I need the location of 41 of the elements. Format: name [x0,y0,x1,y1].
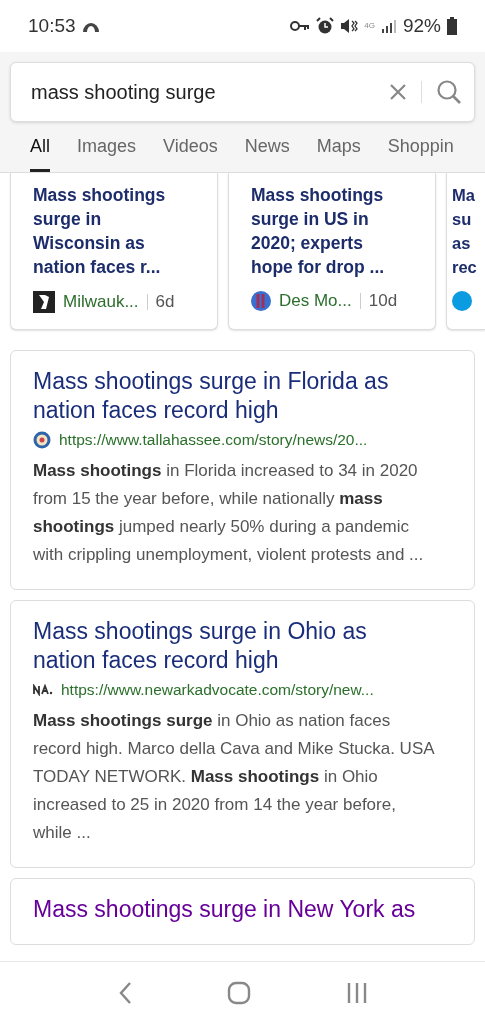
news-title: Ma su as rec [452,185,477,278]
alarm-icon [316,17,335,35]
clock-time: 10:53 [28,15,76,37]
search-icon[interactable] [436,79,462,105]
vibrate-mute-icon [340,18,359,34]
news-source: Des Mo... [279,291,352,311]
tab[interactable]: Videos [163,136,218,172]
result-snippet: Mass shootings surge in Ohio as nation faces record high. Marco della Cava and Mike Stucka. USA TODAY NETWORK. Mass shootings in Ohio increased to 25 in 2020 from 14 the year before, while ... [33,710,434,844]
back-icon[interactable] [117,981,132,1005]
tab[interactable]: Shoppin [387,136,454,172]
seal-icon [33,431,51,449]
result-snippet: Mass shootings in Florida increased to 34 in 2020 from 15 the year before, while nationally mass shootings jumped nearly 50% during a pandemic with crippling unemployment, violent protests and ... [33,460,425,566]
logo-icon [33,684,53,696]
home-icon[interactable] [226,981,251,1005]
news-card[interactable]: Mass shootings surge in US in 2020; experts hope for drop ... Des Mo... 10d [228,173,436,330]
result-title[interactable]: Mass shootings surge in Florida as nation faces record high [33,367,434,425]
news-age: 6d [155,292,175,312]
recents-icon[interactable] [345,982,368,1004]
logo-icon [251,291,271,311]
search-field[interactable]: mass shooting surge [10,62,475,122]
news-card[interactable]: Ma su as rec [446,173,485,330]
key-icon [290,20,311,32]
news-card[interactable]: Mass shootings surge in Wisconsin as nation faces r... Milwauk... 6d [10,173,218,330]
result-url[interactable]: https://www.tallahassee.com/story/news/20... [59,431,368,449]
tab[interactable]: Images [77,136,137,172]
news-source: Milwauk... [63,292,139,312]
logo-icon [33,291,55,313]
news-title: Mass shootings surge in Wisconsin as nation faces r... [33,184,167,279]
tab[interactable]: News [244,136,290,172]
battery-icon [447,17,457,35]
logo-icon [452,291,472,311]
signal-icon [380,19,397,33]
result-url[interactable]: https://www.newarkadvocate.com/story/new... [61,681,374,699]
news-title: Mass shootings surge in US in 2020; experts hope for drop ... [251,184,386,279]
result-title[interactable]: Mass shootings surge in New York as [33,895,434,924]
result-title[interactable]: Mass shootings surge in Ohio as nation faces record high [33,617,434,675]
battery-percent: 92% [402,15,441,37]
news-age: 10d [368,291,398,311]
clear-icon[interactable] [389,83,407,101]
network-label: 4G [364,22,375,30]
tab[interactable]: Maps [316,136,361,172]
